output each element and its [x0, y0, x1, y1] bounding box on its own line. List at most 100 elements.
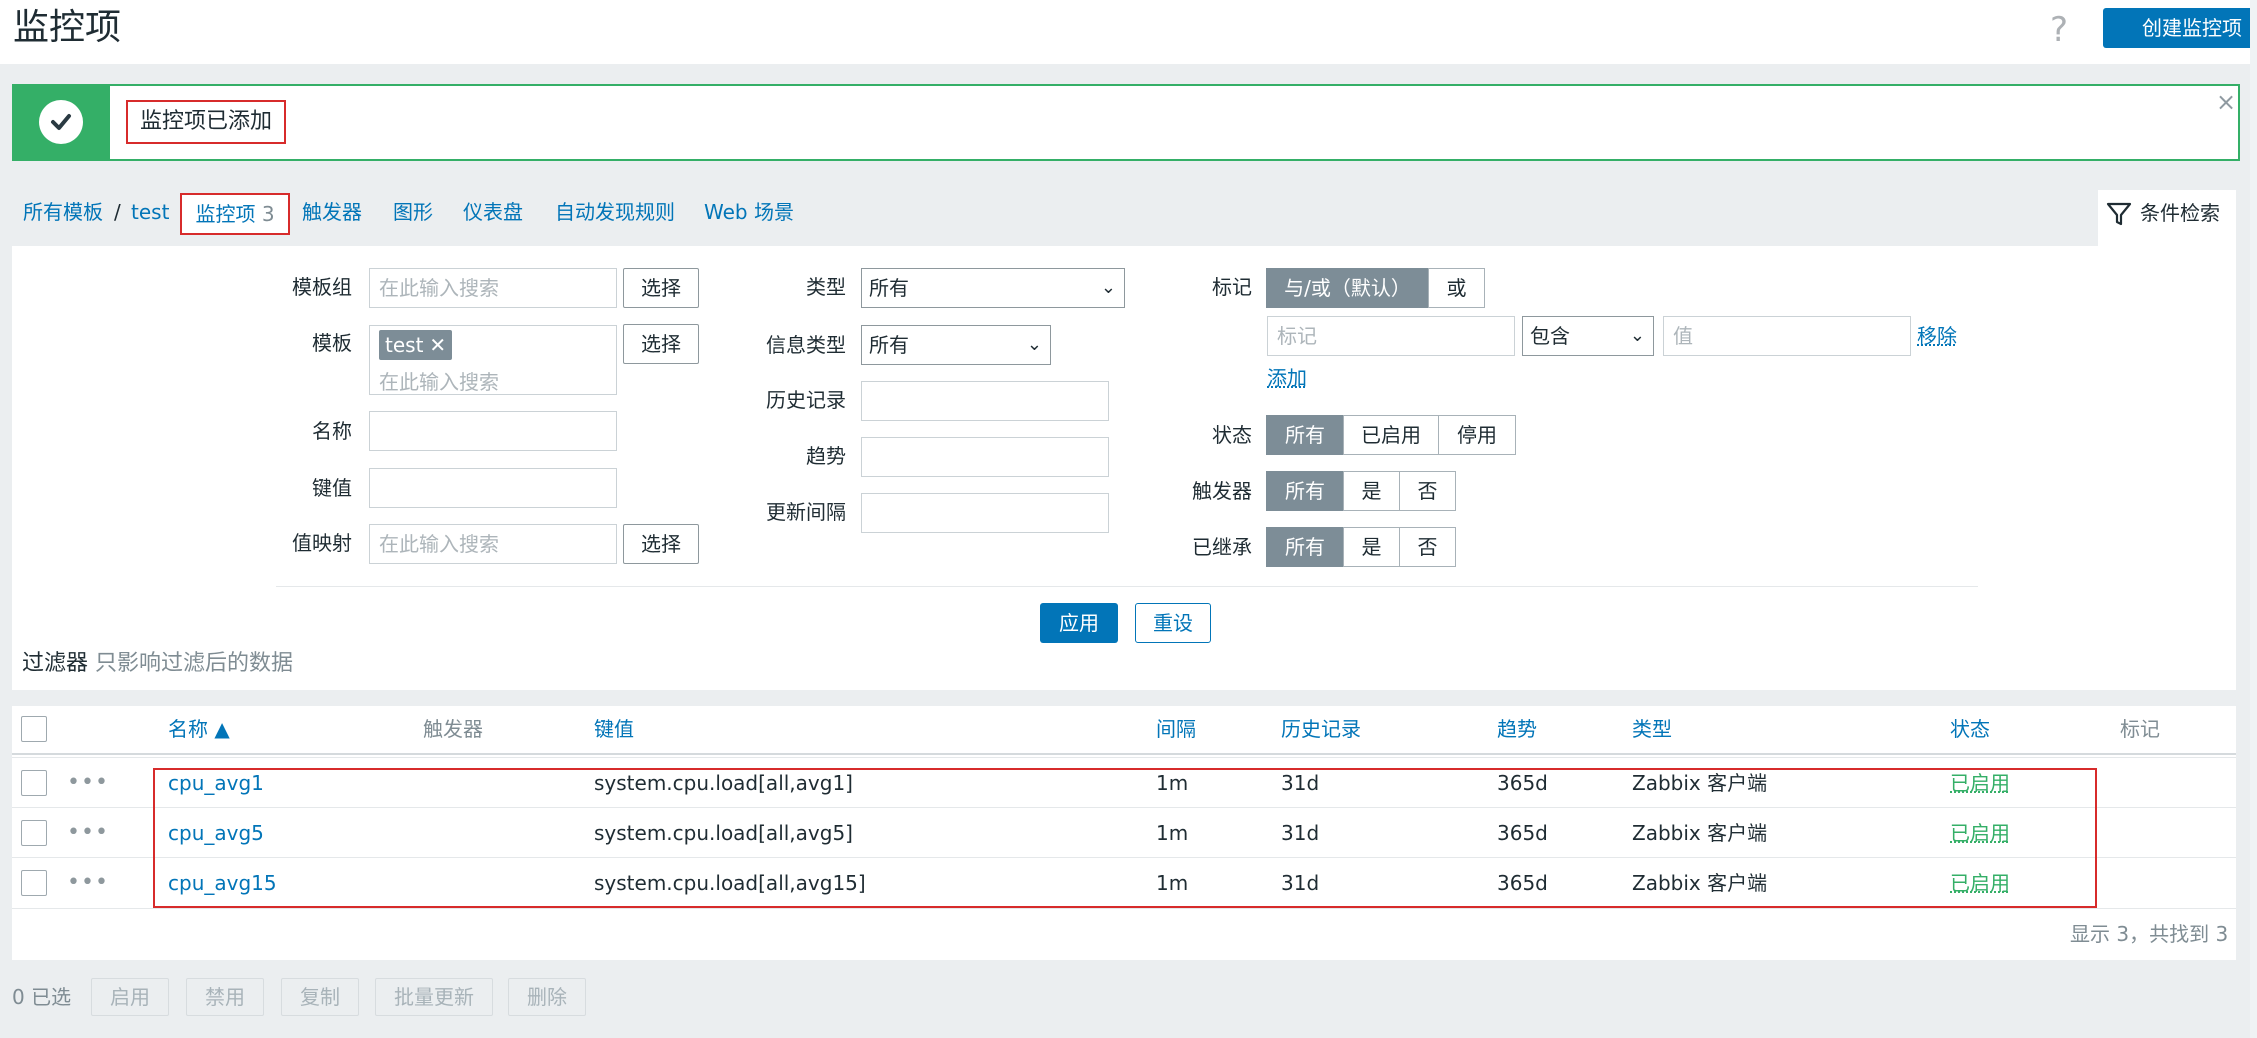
filter-divider: [276, 586, 1978, 587]
tab-items-count: 3: [261, 202, 275, 226]
column-header-interval[interactable]: 间隔: [1156, 706, 1196, 752]
help-icon[interactable]: ?: [2050, 10, 2068, 50]
column-header-triggers: 触发器: [423, 717, 483, 741]
scrollbar[interactable]: [2250, 0, 2257, 1038]
tab-discovery-rules[interactable]: 自动发现规则: [555, 190, 675, 234]
filter-note: 过滤器 只影响过滤后的数据: [22, 644, 293, 684]
tab-items-label: 监控项: [195, 202, 256, 226]
column-header-key[interactable]: 键值: [594, 706, 634, 752]
select-all-checkbox[interactable]: [21, 716, 47, 742]
chevron-down-icon: ⌄: [1629, 325, 1645, 346]
delete-button[interactable]: 删除: [508, 978, 586, 1016]
tags-or-option[interactable]: 或: [1428, 268, 1485, 308]
column-header-tags: 标记: [2120, 717, 2160, 741]
triggers-option-no[interactable]: 否: [1399, 471, 1456, 511]
status-option-enabled[interactable]: 已启用: [1343, 415, 1439, 455]
column-header-history[interactable]: 历史记录: [1281, 706, 1361, 752]
filter-note-text: 只影响过滤后的数据: [95, 651, 294, 676]
row-checkbox[interactable]: [21, 820, 47, 846]
tab-triggers[interactable]: 触发器: [302, 190, 362, 234]
tab-items[interactable]: 监控项 3: [180, 193, 290, 235]
status-option-disabled[interactable]: 停用: [1438, 415, 1516, 455]
close-icon[interactable]: ×: [2216, 88, 2236, 116]
tag-value-input[interactable]: 值: [1663, 316, 1911, 356]
status-option-all[interactable]: 所有: [1266, 415, 1344, 455]
type-label: 类型: [806, 275, 846, 299]
history-input[interactable]: [861, 381, 1109, 421]
filter-tab-label: 条件检索: [2140, 201, 2220, 225]
table-footer-count: 显示 3，共找到 3: [2070, 922, 2229, 946]
status-label: 状态: [1212, 423, 1252, 447]
template-select-button[interactable]: 选择: [623, 324, 699, 364]
inherited-label: 已继承: [1192, 535, 1252, 559]
type-select[interactable]: 所有 ⌄: [861, 268, 1125, 308]
type-select-value: 所有: [869, 276, 909, 300]
template-search-input[interactable]: 在此输入搜索: [379, 366, 616, 395]
column-header-status[interactable]: 状态: [1950, 706, 1990, 752]
tag-operator-select[interactable]: 包含 ⌄: [1522, 316, 1654, 356]
info-type-label: 信息类型: [766, 333, 846, 357]
chip-remove-icon[interactable]: ✕: [429, 330, 446, 360]
message-text: 监控项已添加: [126, 100, 287, 144]
trends-input[interactable]: [861, 437, 1109, 477]
success-message: 监控项已添加 ×: [12, 84, 2240, 161]
row-menu-icon[interactable]: •••: [67, 858, 109, 908]
breadcrumb-template[interactable]: test: [131, 190, 169, 234]
valuemap-input[interactable]: 在此输入搜索: [369, 524, 617, 564]
tags-label: 标记: [1212, 275, 1252, 299]
chevron-down-icon: ⌄: [1100, 277, 1116, 298]
message-status-strip: [14, 86, 110, 159]
template-multiselect[interactable]: test ✕ 在此输入搜索: [369, 325, 617, 395]
row-checkbox[interactable]: [21, 870, 47, 896]
tag-remove-link[interactable]: 移除: [1917, 316, 1957, 356]
column-header-trends[interactable]: 趋势: [1497, 706, 1537, 752]
key-label: 键值: [312, 476, 352, 500]
check-circle-icon: [39, 100, 83, 144]
row-checkbox[interactable]: [21, 770, 47, 796]
row-menu-icon[interactable]: •••: [67, 808, 109, 858]
tag-add-link[interactable]: 添加: [1267, 358, 1307, 398]
create-item-button[interactable]: 创建监控项: [2103, 8, 2257, 48]
name-input[interactable]: [369, 411, 617, 451]
chevron-down-icon: ⌄: [1026, 334, 1042, 355]
template-group-select-button[interactable]: 选择: [623, 268, 699, 308]
key-input[interactable]: [369, 468, 617, 508]
copy-button[interactable]: 复制: [281, 978, 359, 1016]
template-chip: test ✕: [379, 330, 453, 360]
apply-button[interactable]: 应用: [1040, 603, 1118, 643]
template-group-input[interactable]: 在此输入搜索: [369, 268, 617, 308]
template-label: 模板: [312, 331, 352, 355]
tab-graphs[interactable]: 图形: [393, 190, 433, 234]
tab-web-scenarios[interactable]: Web 场景: [704, 190, 794, 234]
triggers-toggle: 所有 是 否: [1266, 471, 1456, 511]
mass-update-button[interactable]: 批量更新: [375, 978, 493, 1016]
column-header-type[interactable]: 类型: [1632, 706, 1672, 752]
rows-highlight-box: [153, 768, 2097, 908]
top-bar: [0, 0, 2257, 64]
triggers-option-all[interactable]: 所有: [1266, 471, 1344, 511]
info-type-select[interactable]: 所有 ⌄: [861, 325, 1051, 365]
status-toggle: 所有 已启用 停用: [1266, 415, 1516, 455]
name-label: 名称: [312, 419, 352, 443]
inherited-toggle: 所有 是 否: [1266, 527, 1456, 567]
disable-button[interactable]: 禁用: [186, 978, 264, 1016]
tag-name-input[interactable]: 标记: [1267, 316, 1515, 356]
template-chip-label: test: [385, 333, 424, 357]
inherited-option-all[interactable]: 所有: [1266, 527, 1344, 567]
tags-and-or-option[interactable]: 与/或（默认）: [1266, 268, 1429, 308]
enable-button[interactable]: 启用: [91, 978, 169, 1016]
breadcrumb-all-templates[interactable]: 所有模板: [23, 190, 103, 234]
reset-button[interactable]: 重设: [1135, 603, 1211, 643]
triggers-option-yes[interactable]: 是: [1343, 471, 1400, 511]
inherited-option-no[interactable]: 否: [1399, 527, 1456, 567]
tab-dashboards[interactable]: 仪表盘: [463, 190, 523, 234]
valuemap-label: 值映射: [292, 531, 352, 555]
interval-input[interactable]: [861, 493, 1109, 533]
inherited-option-yes[interactable]: 是: [1343, 527, 1400, 567]
row-menu-icon[interactable]: •••: [67, 758, 109, 808]
filter-tab[interactable]: 条件检索: [2098, 190, 2236, 246]
interval-label: 更新间隔: [766, 500, 846, 524]
valuemap-select-button[interactable]: 选择: [623, 524, 699, 564]
column-header-name[interactable]: 名称 ▲: [168, 706, 230, 752]
page-title: 监控项: [13, 7, 122, 48]
